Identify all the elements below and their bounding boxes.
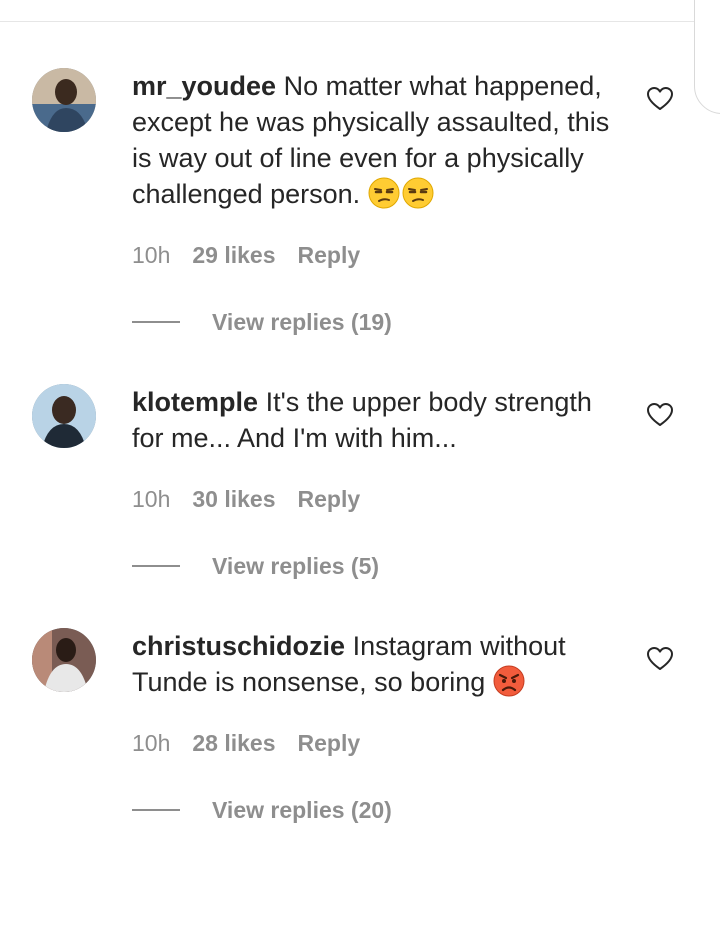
comment-meta: 10h 30 likes Reply [132,484,382,514]
replies-divider-line [132,809,180,811]
comment-username[interactable]: christuschidozie [132,631,345,661]
avatar[interactable] [32,628,96,692]
replies-divider-line [132,565,180,567]
comment-username[interactable]: klotemple [132,387,258,417]
reply-button[interactable]: Reply [298,240,361,270]
unamused-face-emoji [368,177,400,209]
top-divider [0,21,720,22]
like-heart-icon[interactable] [646,401,674,429]
comment-item: mr_youdee No matter what happened, excep… [0,68,720,348]
like-heart-icon[interactable] [646,85,674,113]
avatar[interactable] [32,68,96,132]
like-heart-icon[interactable] [646,645,674,673]
comment-time: 10h [132,242,171,268]
comment-likes[interactable]: 29 likes [192,240,275,270]
angry-face-emoji [493,665,525,697]
comment-item: christuschidozie Instagram without Tunde… [0,628,720,908]
view-replies-button[interactable]: View replies (20) [132,795,532,825]
view-replies-button[interactable]: View replies (19) [132,307,532,337]
comment-text: mr_youdee No matter what happened, excep… [132,68,622,212]
replies-divider-line [132,321,180,323]
comment-time: 10h [132,486,171,512]
comment-likes[interactable]: 28 likes [192,728,275,758]
view-replies-label: View replies (5) [212,553,380,579]
reply-button[interactable]: Reply [298,728,361,758]
reply-button[interactable]: Reply [298,484,361,514]
unamused-face-emoji [402,177,434,209]
comment-meta: 10h 29 likes Reply [132,240,382,270]
view-replies-label: View replies (20) [212,797,392,823]
view-replies-label: View replies (19) [212,309,392,335]
comment-meta: 10h 28 likes Reply [132,728,382,758]
avatar[interactable] [32,384,96,448]
comment-item: klotemple It's the upper body strength f… [0,384,720,664]
comment-username[interactable]: mr_youdee [132,71,276,101]
comment-likes[interactable]: 30 likes [192,484,275,514]
comment-text: klotemple It's the upper body strength f… [132,384,622,456]
comment-time: 10h [132,730,171,756]
view-replies-button[interactable]: View replies (5) [132,551,532,581]
comment-text: christuschidozie Instagram without Tunde… [132,628,622,700]
